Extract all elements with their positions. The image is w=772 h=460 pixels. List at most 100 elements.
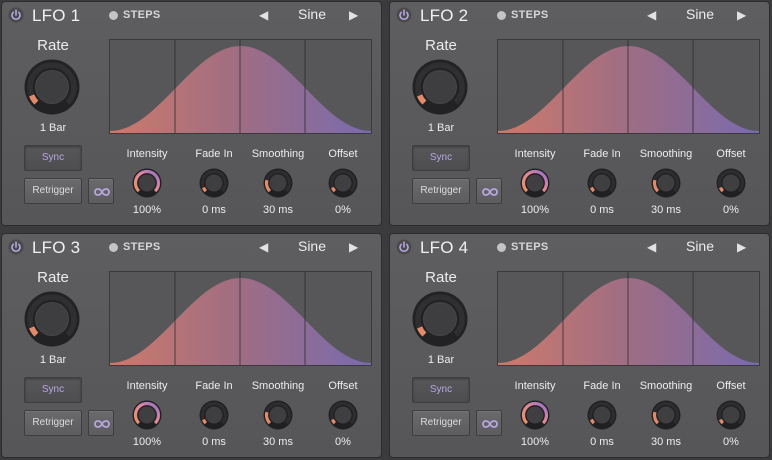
link-toggle-button[interactable] <box>476 410 502 436</box>
rate-value: 1 Bar <box>39 354 67 366</box>
fade-in-value: 0 ms <box>202 204 226 216</box>
fade-in-knob[interactable] <box>587 400 617 430</box>
steps-toggle-label[interactable]: STEPS <box>123 9 161 21</box>
fade-in-label: Fade In <box>195 380 233 392</box>
lfo-panel-4: LFO 4 STEPS ◀ Sine ▶ Rate 1 Bar Sync Ret… <box>389 233 770 458</box>
lfo-title: LFO 3 <box>32 238 81 257</box>
link-toggle-button[interactable] <box>476 178 502 204</box>
intensity-label: Intensity <box>126 380 168 392</box>
steps-toggle-dot[interactable] <box>497 243 506 252</box>
fade-in-label: Fade In <box>195 148 233 160</box>
offset-knob[interactable] <box>328 168 358 198</box>
intensity-knob[interactable] <box>132 168 162 198</box>
intensity-knob[interactable] <box>520 168 550 198</box>
intensity-knob[interactable] <box>520 400 550 430</box>
smoothing-label: Smoothing <box>639 148 693 160</box>
smoothing-knob[interactable] <box>651 168 681 198</box>
waveform-display <box>109 39 372 134</box>
steps-toggle-label[interactable]: STEPS <box>511 241 549 253</box>
rate-value: 1 Bar <box>427 354 455 366</box>
offset-knob[interactable] <box>328 400 358 430</box>
rate-knob[interactable] <box>411 290 469 348</box>
steps-toggle-dot[interactable] <box>497 11 506 20</box>
retrigger-button[interactable]: Retrigger <box>24 178 82 204</box>
next-shape-arrow-icon[interactable]: ▶ <box>737 240 746 254</box>
intensity-label: Intensity <box>514 380 556 392</box>
lfo-title: LFO 1 <box>32 6 81 25</box>
lfo-header: LFO 3 STEPS ◀ Sine ▶ <box>2 234 381 260</box>
retrigger-button[interactable]: Retrigger <box>412 410 470 436</box>
rate-label: Rate <box>37 269 69 286</box>
waveform-shape-selector[interactable]: Sine <box>282 6 342 22</box>
steps-toggle-dot[interactable] <box>109 11 118 20</box>
sync-button[interactable]: Sync <box>412 145 470 171</box>
offset-value: 0% <box>723 436 739 448</box>
infinity-link-icon <box>482 188 498 196</box>
lfo-panel-1: LFO 1 STEPS ◀ Sine ▶ Rate 1 Bar Sync Ret… <box>1 1 382 226</box>
smoothing-value: 30 ms <box>651 204 681 216</box>
steps-toggle-dot[interactable] <box>109 243 118 252</box>
smoothing-value: 30 ms <box>263 436 293 448</box>
waveform-display <box>497 39 760 134</box>
smoothing-knob[interactable] <box>651 400 681 430</box>
offset-knob[interactable] <box>716 400 746 430</box>
offset-knob[interactable] <box>716 168 746 198</box>
sync-button[interactable]: Sync <box>412 377 470 403</box>
next-shape-arrow-icon[interactable]: ▶ <box>349 8 358 22</box>
fade-in-knob[interactable] <box>199 400 229 430</box>
smoothing-label: Smoothing <box>251 148 305 160</box>
power-icon[interactable] <box>396 239 412 255</box>
lfo-panel-2: LFO 2 STEPS ◀ Sine ▶ Rate 1 Bar Sync Ret… <box>389 1 770 226</box>
offset-value: 0% <box>335 204 351 216</box>
intensity-value: 100% <box>132 436 162 448</box>
intensity-value: 100% <box>520 204 550 216</box>
waveform-shape-selector[interactable]: Sine <box>670 6 730 22</box>
offset-value: 0% <box>723 204 739 216</box>
waveform-shape-selector[interactable]: Sine <box>282 238 342 254</box>
prev-shape-arrow-icon[interactable]: ◀ <box>259 8 268 22</box>
retrigger-button[interactable]: Retrigger <box>24 410 82 436</box>
rate-knob[interactable] <box>23 290 81 348</box>
fade-in-value: 0 ms <box>202 436 226 448</box>
power-icon[interactable] <box>8 7 24 23</box>
smoothing-value: 30 ms <box>263 204 293 216</box>
smoothing-knob[interactable] <box>263 400 293 430</box>
offset-label: Offset <box>716 148 746 160</box>
prev-shape-arrow-icon[interactable]: ◀ <box>647 240 656 254</box>
smoothing-value: 30 ms <box>651 436 681 448</box>
intensity-knob[interactable] <box>132 400 162 430</box>
link-toggle-button[interactable] <box>88 410 114 436</box>
power-icon[interactable] <box>8 239 24 255</box>
fade-in-label: Fade In <box>583 380 621 392</box>
waveform-shape-selector[interactable]: Sine <box>670 238 730 254</box>
power-icon[interactable] <box>396 7 412 23</box>
link-toggle-button[interactable] <box>88 178 114 204</box>
offset-label: Offset <box>716 380 746 392</box>
retrigger-button[interactable]: Retrigger <box>412 178 470 204</box>
rate-label: Rate <box>425 37 457 54</box>
fade-in-label: Fade In <box>583 148 621 160</box>
sync-button[interactable]: Sync <box>24 377 82 403</box>
infinity-link-icon <box>482 420 498 428</box>
intensity-value: 100% <box>132 204 162 216</box>
prev-shape-arrow-icon[interactable]: ◀ <box>259 240 268 254</box>
prev-shape-arrow-icon[interactable]: ◀ <box>647 8 656 22</box>
rate-knob[interactable] <box>411 58 469 116</box>
steps-toggle-label[interactable]: STEPS <box>123 241 161 253</box>
intensity-label: Intensity <box>126 148 168 160</box>
lfo-header: LFO 2 STEPS ◀ Sine ▶ <box>390 2 769 28</box>
fade-in-value: 0 ms <box>590 436 614 448</box>
fade-in-knob[interactable] <box>587 168 617 198</box>
lfo-title: LFO 2 <box>420 6 469 25</box>
rate-knob[interactable] <box>23 58 81 116</box>
next-shape-arrow-icon[interactable]: ▶ <box>349 240 358 254</box>
smoothing-knob[interactable] <box>263 168 293 198</box>
smoothing-label: Smoothing <box>251 380 305 392</box>
next-shape-arrow-icon[interactable]: ▶ <box>737 8 746 22</box>
offset-value: 0% <box>335 436 351 448</box>
waveform-display <box>497 271 760 366</box>
sync-button[interactable]: Sync <box>24 145 82 171</box>
fade-in-knob[interactable] <box>199 168 229 198</box>
intensity-label: Intensity <box>514 148 556 160</box>
steps-toggle-label[interactable]: STEPS <box>511 9 549 21</box>
